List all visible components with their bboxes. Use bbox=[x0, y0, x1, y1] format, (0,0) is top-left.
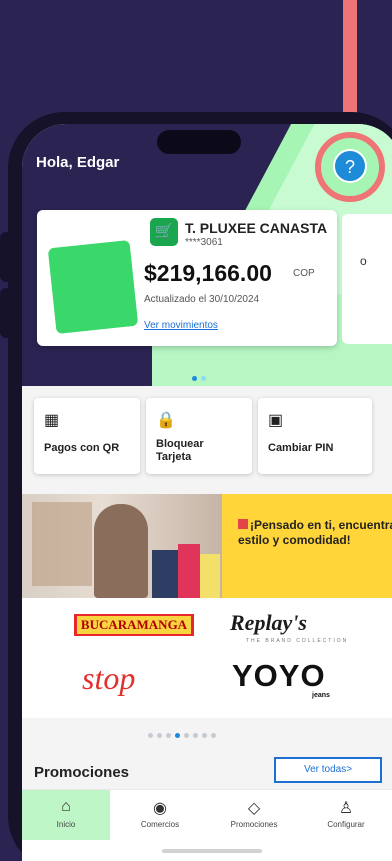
card-pager bbox=[190, 368, 208, 386]
logo-bucaramanga-text: BUCARAMANGA bbox=[76, 616, 192, 634]
block-card-button[interactable]: 🔒 Bloquear Tarjeta bbox=[146, 398, 252, 474]
pager-dot[interactable] bbox=[148, 733, 153, 738]
banner-photo bbox=[22, 494, 222, 598]
basket-icon: 🛒 bbox=[150, 218, 178, 246]
see-all-button[interactable]: Ver todas> bbox=[274, 757, 382, 783]
tag-icon: ◇ bbox=[247, 800, 261, 817]
tab-label: Configurar bbox=[327, 820, 365, 829]
tag-icon bbox=[238, 519, 248, 529]
next-card[interactable]: o bbox=[342, 214, 392, 344]
lock-icon: 🔒 bbox=[156, 412, 176, 429]
tab-configurar[interactable]: ♙ Configurar bbox=[302, 790, 390, 840]
tab-promociones[interactable]: ◇ Promociones bbox=[210, 790, 298, 840]
block-card-label: Bloquear Tarjeta bbox=[156, 438, 204, 463]
logo-stop[interactable]: stop bbox=[82, 660, 135, 697]
phone-notch bbox=[157, 130, 241, 154]
banner-bag bbox=[152, 550, 178, 598]
promo-banner[interactable]: ¡Pensado en ti, encuentra estilo y comod… bbox=[22, 494, 392, 598]
tab-inicio[interactable]: ⌂ Inicio bbox=[22, 790, 110, 840]
pager-dot[interactable] bbox=[193, 733, 198, 738]
pager-dot[interactable] bbox=[157, 733, 162, 738]
qr-payment-label: Pagos con QR bbox=[44, 442, 120, 454]
home-icon: ⌂ bbox=[61, 798, 71, 815]
pin-icon: ▣ bbox=[268, 412, 284, 429]
question-icon[interactable]: ? bbox=[333, 149, 367, 183]
change-pin-button[interactable]: ▣ Cambiar PIN bbox=[258, 398, 372, 474]
logo-replays-sub: THE BRAND COLLECTION bbox=[246, 638, 349, 644]
qr-icon: ▦ bbox=[44, 412, 60, 429]
tab-label: Promociones bbox=[230, 820, 278, 829]
banner-text-content: ¡Pensado en ti, encuentra estilo y comod… bbox=[238, 518, 392, 547]
brand-logos: BUCARAMANGA Replay's THE BRAND COLLECTIO… bbox=[22, 598, 392, 718]
movements-link[interactable]: Ver movimientos bbox=[144, 320, 218, 331]
logo-replays[interactable]: Replay's bbox=[230, 610, 307, 636]
pager-dot[interactable] bbox=[201, 376, 206, 381]
card-balance: $219,166.00 bbox=[144, 260, 272, 286]
brand-pager bbox=[146, 725, 218, 743]
logo-yoyo[interactable]: YOYO bbox=[232, 658, 326, 694]
home-indicator bbox=[162, 849, 262, 853]
greeting: Hola, Edgar bbox=[36, 154, 120, 171]
card-title: T. PLUXEE CANASTA bbox=[185, 220, 328, 236]
user-icon: ♙ bbox=[338, 800, 354, 817]
banner-text: ¡Pensado en ti, encuentra estilo y comod… bbox=[238, 518, 392, 548]
promotions-title: Promociones bbox=[34, 764, 130, 781]
pager-dot[interactable] bbox=[202, 733, 207, 738]
location-icon: ◉ bbox=[153, 800, 167, 817]
logo-bucaramanga[interactable]: BUCARAMANGA bbox=[74, 614, 194, 636]
change-pin-label: Cambiar PIN bbox=[268, 442, 334, 454]
card-currency: COP bbox=[293, 268, 315, 279]
pager-dot[interactable] bbox=[192, 376, 197, 381]
tab-label: Comercios bbox=[140, 820, 180, 829]
logo-yoyo-sub: jeans bbox=[312, 692, 330, 699]
card-number: ****3061 bbox=[185, 237, 223, 248]
pager-dot[interactable] bbox=[166, 733, 171, 738]
balance-card[interactable]: 🛒 T. PLUXEE CANASTA ****3061 $219,166.00… bbox=[37, 210, 337, 346]
banner-person bbox=[94, 504, 148, 598]
phone-side-button bbox=[0, 232, 12, 282]
tab-label: Inicio bbox=[56, 820, 76, 829]
banner-shelf bbox=[32, 502, 92, 586]
tab-comercios[interactable]: ◉ Comercios bbox=[116, 790, 204, 840]
qr-payment-button[interactable]: ▦ Pagos con QR bbox=[34, 398, 140, 474]
card-image bbox=[47, 239, 139, 335]
next-card-text: o bbox=[360, 254, 367, 268]
pager-dot[interactable] bbox=[211, 733, 216, 738]
app-screen: Hola, Edgar ? 🛒 T. PLUXEE CANASTA ****30… bbox=[22, 124, 392, 861]
pager-dot[interactable] bbox=[184, 733, 189, 738]
card-updated: Actualizado el 30/10/2024 bbox=[144, 294, 260, 305]
banner-bag bbox=[200, 554, 220, 598]
phone-side-button bbox=[0, 288, 12, 338]
banner-bag bbox=[178, 544, 200, 598]
pager-dot[interactable] bbox=[175, 733, 180, 738]
